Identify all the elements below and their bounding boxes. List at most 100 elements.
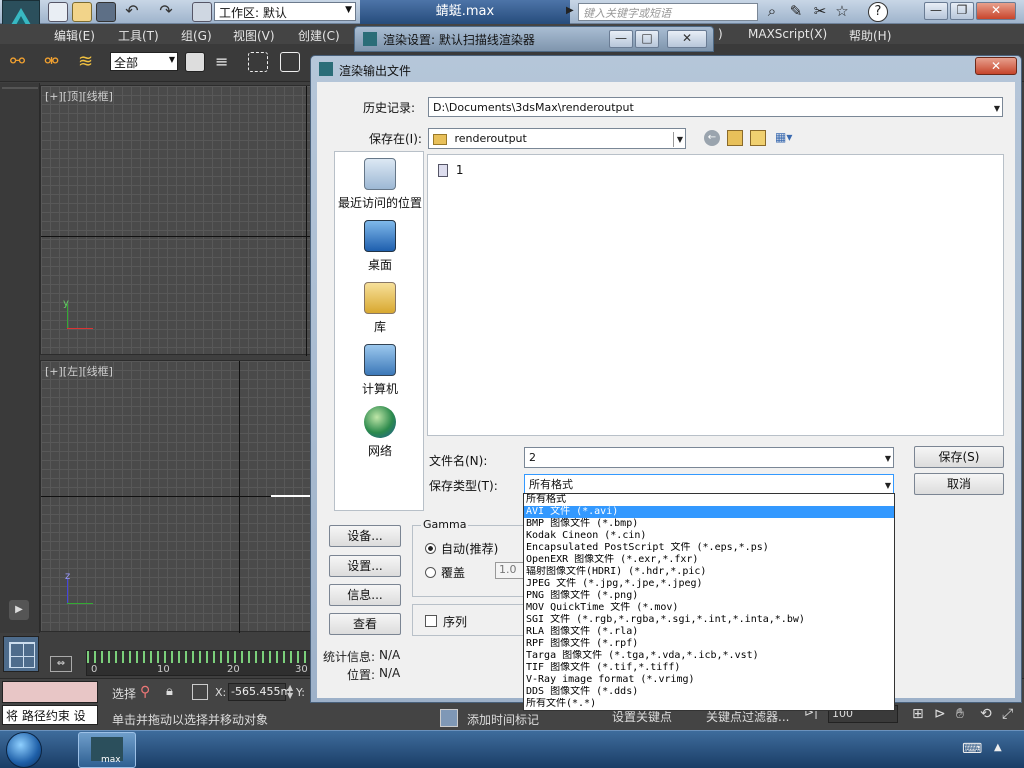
info-button[interactable]: 信息... bbox=[329, 584, 401, 606]
filetype-option[interactable]: AVI 文件 (*.avi) bbox=[524, 506, 894, 518]
devices-button[interactable]: 设备... bbox=[329, 525, 401, 547]
filetype-option[interactable]: BMP 图像文件 (*.bmp) bbox=[524, 518, 894, 530]
maxscript-listener-white[interactable]: 将 路径约束 设 bbox=[2, 705, 98, 725]
minimize-button[interactable]: — bbox=[924, 2, 948, 20]
maximize-viewport-icon[interactable]: ⤢ bbox=[1002, 706, 1013, 722]
filetype-option[interactable]: Kodak Cineon (*.cin) bbox=[524, 530, 894, 542]
project-folder-icon[interactable] bbox=[192, 2, 212, 22]
view-menu-icon[interactable]: ▦▾ bbox=[775, 130, 797, 146]
selection-filter-dropdown[interactable]: 全部 ▼ bbox=[110, 52, 178, 71]
tools-icon[interactable]: ✂ bbox=[810, 2, 830, 22]
filetype-option[interactable]: RLA 图像文件 (*.rla) bbox=[524, 626, 894, 638]
save-button[interactable]: 保存(S) bbox=[914, 446, 1004, 468]
save-in-dropdown[interactable]: renderoutput ▼ bbox=[428, 128, 686, 149]
filetype-dropdown[interactable]: 所有格式 ▼ bbox=[524, 474, 894, 494]
filetype-option[interactable]: TIF 图像文件 (*.tif,*.tiff) bbox=[524, 662, 894, 674]
menu-views[interactable]: 视图(V) bbox=[233, 27, 275, 44]
render-setup-maximize[interactable]: □ bbox=[635, 30, 659, 48]
gamma-auto-radio[interactable] bbox=[425, 543, 436, 554]
cancel-button[interactable]: 取消 bbox=[914, 473, 1004, 495]
gamma-override-radio[interactable] bbox=[425, 567, 436, 578]
absolute-mode-icon[interactable] bbox=[192, 684, 208, 700]
view-button[interactable]: 查看 bbox=[329, 613, 401, 635]
filetype-option[interactable]: 辐射图像文件(HDRI) (*.hdr,*.pic) bbox=[524, 566, 894, 578]
play-arrow-icon[interactable]: ▶ bbox=[566, 5, 574, 16]
redo-icon[interactable]: ↷ bbox=[156, 2, 176, 22]
link-icon[interactable]: ⚯ bbox=[10, 52, 30, 72]
place-library[interactable]: 库 bbox=[335, 282, 425, 335]
x-coord-field[interactable]: -565.455m bbox=[228, 683, 291, 701]
keyboard-icon[interactable]: ⌨ bbox=[962, 741, 982, 757]
binoculars-icon[interactable]: ⌕ bbox=[762, 2, 782, 22]
tray-arrow-icon[interactable]: ▲ bbox=[994, 742, 1002, 753]
render-setup-close[interactable]: ✕ bbox=[667, 30, 707, 48]
restore-button[interactable]: ❐ bbox=[950, 2, 974, 20]
sequence-checkbox[interactable] bbox=[425, 615, 437, 627]
select-by-name-icon[interactable]: ≡ bbox=[215, 52, 235, 72]
menu-partial[interactable]: ) bbox=[718, 27, 723, 41]
place-network[interactable]: 网络 bbox=[335, 406, 425, 459]
render-setup-minimize[interactable]: — bbox=[609, 30, 633, 48]
viewport-top-label[interactable]: [+][顶][线框] bbox=[45, 88, 113, 104]
filetype-dropdown-list[interactable]: 所有格式 AVI 文件 (*.avi) BMP 图像文件 (*.bmp) Kod… bbox=[523, 493, 895, 711]
filetype-option[interactable]: OpenEXR 图像文件 (*.exr,*.fxr) bbox=[524, 554, 894, 566]
star-icon[interactable]: ☆ bbox=[832, 2, 852, 22]
viewport-left[interactable]: [+][左][线框] z bbox=[40, 360, 316, 633]
search-input[interactable]: 键入关键字或短语 bbox=[578, 3, 758, 21]
file-item[interactable]: 1 bbox=[438, 163, 463, 177]
menu-edit[interactable]: 编辑(E) bbox=[54, 27, 95, 44]
menu-help[interactable]: 帮助(H) bbox=[849, 27, 891, 44]
filetype-option[interactable]: Encapsulated PostScript 文件 (*.eps,*.ps) bbox=[524, 542, 894, 554]
undo-icon[interactable]: ↶ bbox=[122, 2, 142, 22]
wrench-icon[interactable]: ✎ bbox=[786, 2, 806, 22]
new-folder-icon[interactable] bbox=[750, 130, 766, 146]
filetype-option[interactable]: MOV QuickTime 文件 (*.mov) bbox=[524, 602, 894, 614]
window-crossing-icon[interactable] bbox=[280, 52, 300, 72]
add-time-tag-icon[interactable] bbox=[440, 709, 458, 727]
viewport-top[interactable]: [+][顶][线框] y bbox=[40, 85, 316, 356]
menu-tools[interactable]: 工具(T) bbox=[118, 27, 159, 44]
viewport-layout-icon[interactable] bbox=[3, 636, 39, 672]
filetype-option[interactable]: JPEG 文件 (*.jpg,*.jpe,*.jpeg) bbox=[524, 578, 894, 590]
filetype-option[interactable]: RPF 图像文件 (*.rpf) bbox=[524, 638, 894, 650]
place-recent[interactable]: 最近访问的位置 bbox=[335, 158, 425, 211]
filetype-option[interactable]: PNG 图像文件 (*.png) bbox=[524, 590, 894, 602]
history-dropdown[interactable]: D:\Documents\3dsMax\renderoutput ▼ bbox=[428, 97, 1003, 117]
isolate-icon[interactable]: ⚲ bbox=[140, 684, 150, 700]
up-folder-icon[interactable] bbox=[727, 130, 743, 146]
back-icon[interactable]: ← bbox=[704, 130, 720, 146]
unlink-icon[interactable]: ⚮ bbox=[44, 52, 64, 72]
filetype-option[interactable]: 所有格式 bbox=[524, 494, 894, 506]
open-file-icon[interactable] bbox=[72, 2, 92, 22]
close-button[interactable]: ✕ bbox=[976, 2, 1016, 20]
timeline[interactable]: 0 10 20 30 bbox=[86, 650, 315, 676]
dialog-close-button[interactable]: ✕ bbox=[975, 57, 1017, 75]
place-desktop[interactable]: 桌面 bbox=[335, 220, 425, 273]
select-object-icon[interactable] bbox=[185, 52, 205, 72]
taskbar-app-3dsmax[interactable]: max bbox=[78, 732, 136, 768]
file-list[interactable]: 1 bbox=[427, 154, 1004, 436]
rectangular-selection-icon[interactable] bbox=[248, 52, 268, 72]
setup-button[interactable]: 设置... bbox=[329, 555, 401, 577]
workspace-dropdown[interactable]: 工作区: 默认 ▼ bbox=[214, 2, 356, 21]
filetype-option[interactable]: Targa 图像文件 (*.tga,*.vda,*.icb,*.vst) bbox=[524, 650, 894, 662]
menu-maxscript[interactable]: MAXScript(X) bbox=[748, 27, 827, 41]
spinner-icon[interactable]: ▲ ▼ bbox=[287, 684, 293, 700]
bind-space-warp-icon[interactable]: ≋ bbox=[78, 52, 98, 72]
filetype-option[interactable]: V-Ray image format (*.vrimg) bbox=[524, 674, 894, 686]
new-file-icon[interactable] bbox=[48, 2, 68, 22]
orbit-icon[interactable]: ⊳ bbox=[934, 706, 946, 722]
zoom-icon[interactable]: ⊞ bbox=[912, 706, 924, 722]
help-icon[interactable]: ? bbox=[868, 2, 888, 22]
filetype-option[interactable]: 所有文件(*.*) bbox=[524, 698, 894, 710]
start-button-icon[interactable] bbox=[6, 732, 42, 768]
menu-group[interactable]: 组(G) bbox=[181, 27, 212, 44]
filename-input[interactable]: 2 ▼ bbox=[524, 447, 894, 468]
filetype-option[interactable]: SGI 文件 (*.rgb,*.rgba,*.sgi,*.int,*.inta,… bbox=[524, 614, 894, 626]
render-setup-titlebar[interactable]: 渲染设置: 默认扫描线渲染器 — □ ✕ bbox=[354, 26, 714, 52]
lock-icon[interactable]: 🔒︎ bbox=[166, 684, 173, 699]
menu-create[interactable]: 创建(C) bbox=[298, 27, 340, 44]
add-time-tag-label[interactable]: 添加时间标记 bbox=[467, 711, 539, 728]
maxscript-listener-pink[interactable] bbox=[2, 681, 98, 703]
save-file-icon[interactable] bbox=[96, 2, 116, 22]
